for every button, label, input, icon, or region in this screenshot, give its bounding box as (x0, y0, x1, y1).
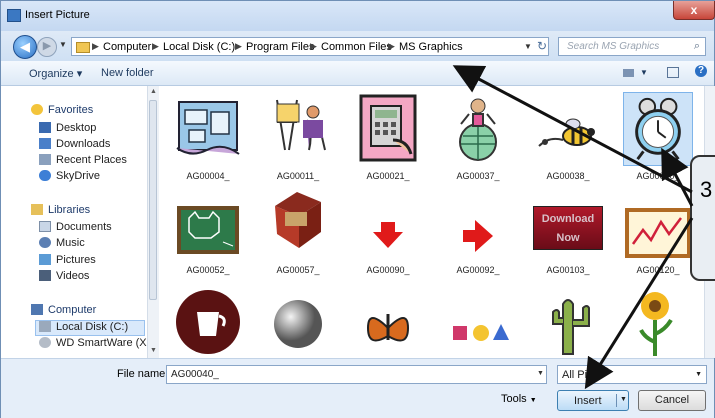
arrow-to-insert (588, 218, 692, 384)
arrow-to-address (458, 68, 692, 192)
annotation-arrows (0, 0, 715, 418)
